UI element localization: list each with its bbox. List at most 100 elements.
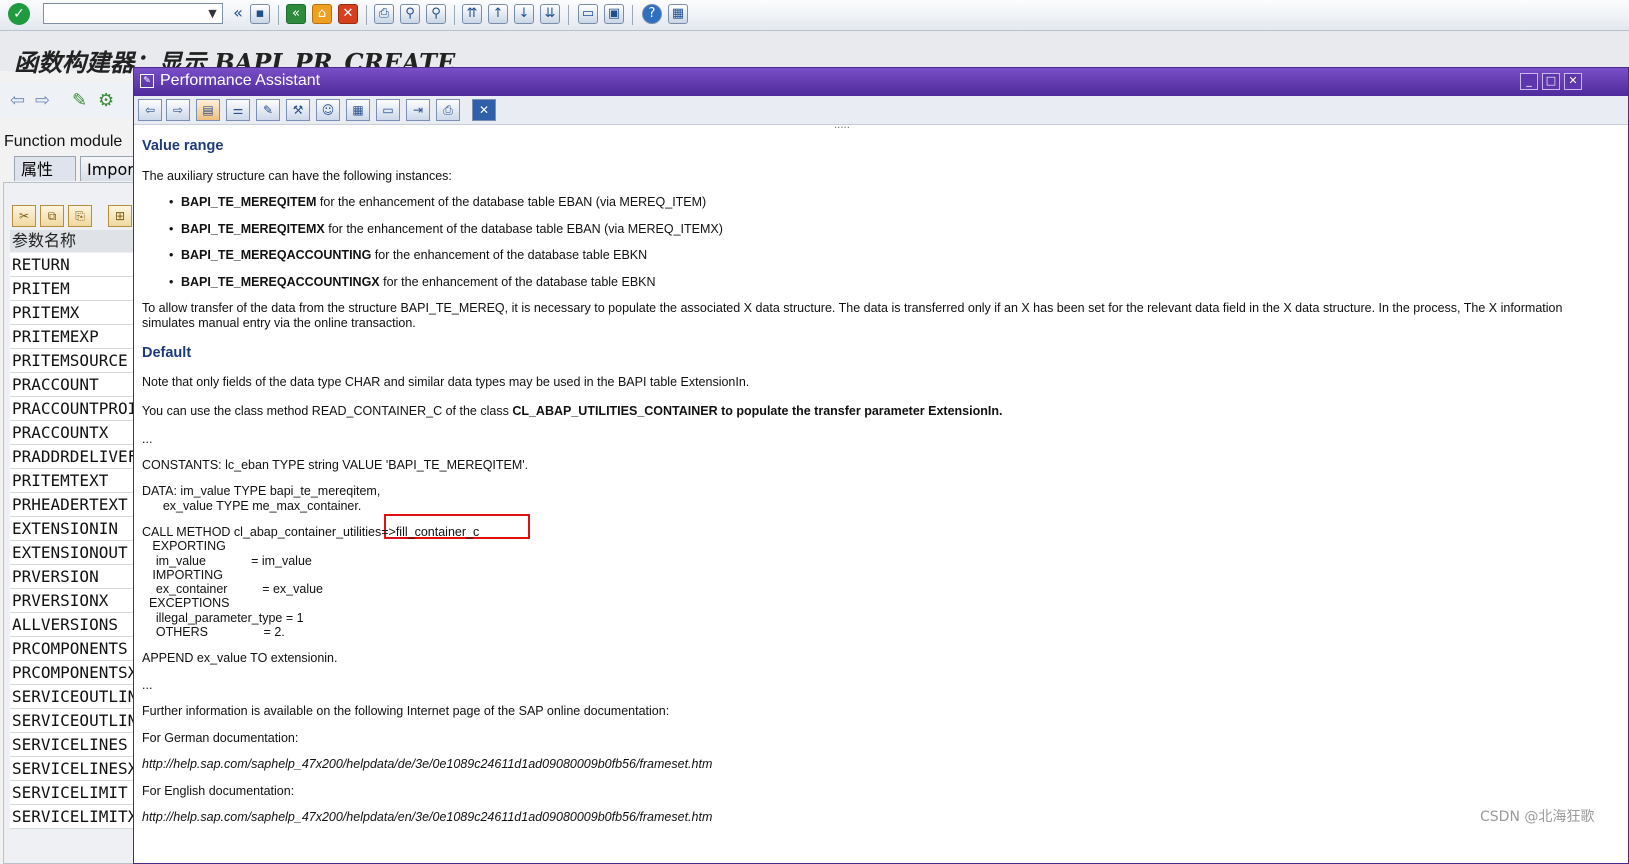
param-row[interactable]: PRVERSIONX xyxy=(10,589,140,613)
first-page-icon[interactable]: ⇈ xyxy=(462,4,482,24)
technical-info-icon[interactable]: ⚒ xyxy=(286,99,310,121)
export-icon[interactable]: ⇥ xyxy=(406,99,430,121)
forward-arrow-icon[interactable]: ⇨ xyxy=(35,90,50,111)
history-icon[interactable]: « xyxy=(228,4,248,24)
ellipsis: ... xyxy=(142,678,153,692)
param-row[interactable]: PRACCOUNT xyxy=(10,373,140,397)
constants-pre: CONSTANTS: lc_eban TYPE string VALUE xyxy=(142,458,386,472)
print-icon[interactable]: ⎙ xyxy=(436,99,460,121)
param-row[interactable]: SERVICEOUTLIN xyxy=(10,709,140,733)
popup-title: Performance Assistant xyxy=(160,72,321,89)
window-icon[interactable]: ▭ xyxy=(376,99,400,121)
back-icon[interactable]: « xyxy=(286,4,306,24)
param-row[interactable]: PRITEMX xyxy=(10,301,140,325)
close-icon[interactable]: ✕ xyxy=(1564,73,1582,90)
code-line: IMPORTING xyxy=(142,568,224,582)
cut-icon[interactable]: ✂ xyxy=(12,205,36,227)
list-item-text: for the enhancement of the database tabl… xyxy=(316,195,707,209)
find-icon[interactable]: ⚲ xyxy=(400,4,420,24)
exit-icon[interactable]: ⌂ xyxy=(312,4,332,24)
class-name: CL_ABAP_UTILITIES_CONTAINER xyxy=(512,404,718,418)
transfer-text: To allow transfer of the data from the s… xyxy=(142,301,1563,315)
back-arrow-icon[interactable]: ⇦ xyxy=(138,99,162,121)
param-row[interactable]: ALLVERSIONS xyxy=(10,613,140,637)
param-row[interactable]: PRACCOUNTX xyxy=(10,421,140,445)
copy-icon[interactable]: ⧉ xyxy=(40,205,64,227)
save-icon[interactable]: ▪ xyxy=(250,4,270,24)
structure-name: BAPI_TE_MEREQITEMX xyxy=(181,222,325,236)
param-row[interactable]: EXTENSIONOUT xyxy=(10,541,140,565)
edit-icon[interactable]: ✎ xyxy=(256,99,280,121)
english-doc-link[interactable]: http://help.sap.com/saphelp_47x200/helpd… xyxy=(142,810,712,824)
param-column-header: 参数名称 xyxy=(10,230,140,252)
param-row[interactable]: SERVICELIMITX xyxy=(10,805,140,829)
list-item-text: for the enhancement of the database tabl… xyxy=(371,248,648,262)
user-icon[interactable]: ☺ xyxy=(316,99,340,121)
find-next-icon[interactable]: ⚲ xyxy=(426,4,446,24)
class-text: You can use the class method READ_CONTAI… xyxy=(142,404,1002,418)
param-row[interactable]: PRACCOUNTPROI xyxy=(10,397,140,421)
toolbar-separator xyxy=(366,5,367,25)
shortcut-icon[interactable]: ▣ xyxy=(604,4,624,24)
hierarchy-icon[interactable]: ▤ xyxy=(196,99,220,121)
toolbar-separator xyxy=(278,5,279,25)
help-icon[interactable]: ? xyxy=(642,4,662,24)
popup-titlebar[interactable]: ✎ Performance Assistant _ □ ✕ xyxy=(134,68,1628,96)
active-inactive-icon[interactable]: ⚙ xyxy=(98,90,114,111)
tab-attributes[interactable]: 属性 xyxy=(14,156,76,181)
print-icon[interactable]: ⎙ xyxy=(374,4,394,24)
param-row[interactable]: PRCOMPONENTSX xyxy=(10,661,140,685)
note-text: Note that only fields of the data type C… xyxy=(142,375,750,389)
param-list: RETURN PRITEM PRITEMX PRITEMEXP PRITEMSO… xyxy=(10,253,140,829)
german-doc-link[interactable]: http://help.sap.com/saphelp_47x200/helpd… xyxy=(142,757,712,771)
param-row[interactable]: PRHEADERTEXT xyxy=(10,493,140,517)
param-row[interactable]: PRITEM xyxy=(10,277,140,301)
next-page-icon[interactable]: ↓ xyxy=(514,4,534,24)
maximize-icon[interactable]: □ xyxy=(1542,73,1560,90)
chevron-down-icon[interactable]: ▼ xyxy=(203,4,222,23)
last-page-icon[interactable]: ⇊ xyxy=(540,4,560,24)
code-line: CALL METHOD cl_abap_container_utilities=… xyxy=(142,525,480,539)
toolbar-separator xyxy=(568,5,569,25)
constants-line: CONSTANTS: lc_eban TYPE string VALUE 'BA… xyxy=(142,458,528,472)
param-row[interactable]: SERVICELINES xyxy=(10,733,140,757)
performance-assistant-window: ✎ Performance Assistant _ □ ✕ ⇦ ⇨ ▤ ⚌ ✎ … xyxy=(133,67,1629,864)
popup-toolbar: ⇦ ⇨ ▤ ⚌ ✎ ⚒ ☺ ▦ ▭ ⇥ ⎙ ✕ xyxy=(134,96,1628,125)
intro-text: The auxiliary structure can have the fol… xyxy=(142,169,452,183)
param-row[interactable]: RETURN xyxy=(10,253,140,277)
display-change-icon[interactable]: ✎ xyxy=(72,90,87,111)
forward-arrow-icon[interactable]: ⇨ xyxy=(166,99,190,121)
param-row[interactable]: PRVERSION xyxy=(10,565,140,589)
function-module-label: Function module xyxy=(4,133,123,150)
minimize-icon[interactable]: _ xyxy=(1520,73,1538,90)
param-row[interactable]: SERVICELIMIT xyxy=(10,781,140,805)
back-arrow-icon[interactable]: ⇦ xyxy=(10,90,25,111)
param-row[interactable]: PRITEMEXP xyxy=(10,325,140,349)
insert-row-icon[interactable]: ⊞ xyxy=(108,205,132,227)
close-icon[interactable]: ✕ xyxy=(472,99,496,121)
param-row[interactable]: PRITEMSOURCE xyxy=(10,349,140,373)
param-row[interactable]: SERVICEOUTLIN xyxy=(10,685,140,709)
param-row[interactable]: PRADDRDELIVEF xyxy=(10,445,140,469)
structure-name: BAPI_TE_MEREQACCOUNTINGX xyxy=(181,275,380,289)
table-icon[interactable]: ▦ xyxy=(346,99,370,121)
paste-icon[interactable]: ⎘ xyxy=(68,205,92,227)
toolbar-separator xyxy=(454,5,455,25)
structure-icon[interactable]: ⚌ xyxy=(226,99,250,121)
transfer-text-cont: simulates manual entry via the online tr… xyxy=(142,316,416,330)
class-text-pre: You can use the class method READ_CONTAI… xyxy=(142,404,513,418)
further-info-text: Further information is available on the … xyxy=(142,704,670,718)
param-row[interactable]: EXTENSIONIN xyxy=(10,517,140,541)
layout-menu-icon[interactable]: ▦ xyxy=(668,4,688,24)
command-field[interactable] xyxy=(43,3,223,24)
heading-value-range: Value range xyxy=(142,138,224,154)
param-row[interactable]: PRITEMTEXT xyxy=(10,469,140,493)
previous-page-icon[interactable]: ↑ xyxy=(488,4,508,24)
enter-check-icon[interactable]: ✓ xyxy=(8,3,30,25)
new-session-icon[interactable]: ▭ xyxy=(578,4,598,24)
param-row[interactable]: SERVICELINESX xyxy=(10,757,140,781)
cancel-icon[interactable]: ✕ xyxy=(338,4,358,24)
list-item: BAPI_TE_MEREQACCOUNTINGX for the enhance… xyxy=(169,275,656,289)
resize-grip[interactable]: ..... xyxy=(834,120,850,131)
param-row[interactable]: PRCOMPONENTS xyxy=(10,637,140,661)
